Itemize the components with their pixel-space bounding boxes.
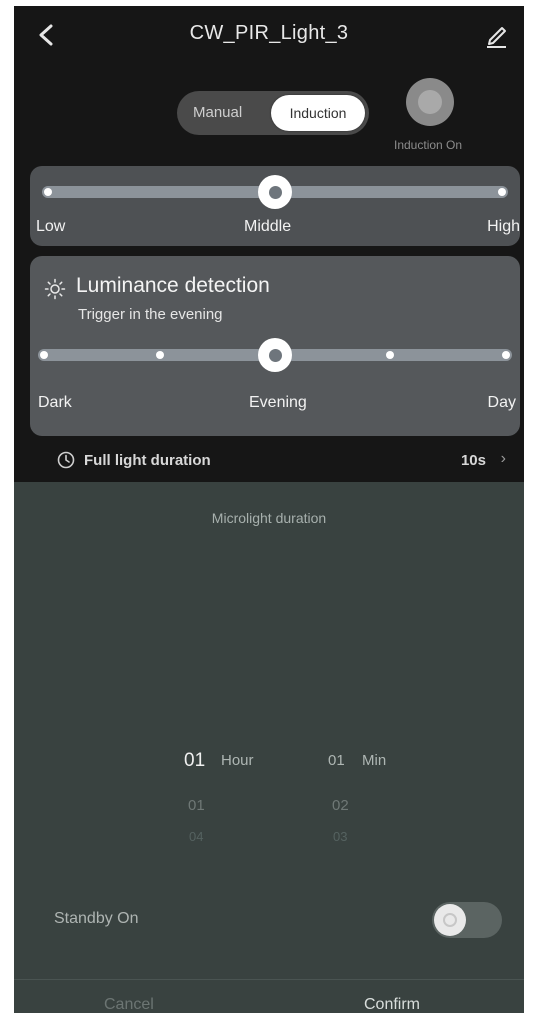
cancel-button[interactable]: Cancel [104, 996, 154, 1013]
luminance-stop-4[interactable] [386, 351, 394, 359]
hour-option[interactable]: 04 [189, 829, 203, 844]
divider [14, 979, 524, 980]
sun-icon [44, 278, 66, 300]
pencil-icon [487, 27, 506, 48]
induction-on-label: Induction On [394, 138, 463, 152]
luminance-stop-2[interactable] [156, 351, 164, 359]
luminance-slider-thumb[interactable] [258, 338, 292, 372]
luminance-stop-5[interactable] [502, 351, 510, 359]
luminance-label-evening: Evening [249, 394, 307, 411]
luminance-stop-1[interactable] [40, 351, 48, 359]
sensitivity-label-middle: Middle [244, 218, 292, 235]
mode-toggle[interactable]: Manual Induction [177, 91, 369, 135]
sensitivity-stop-low[interactable] [44, 188, 52, 196]
duration-picker[interactable]: 01 Hour 01 Min 01 02 04 03 [14, 742, 524, 862]
minute-unit-label: Min [362, 752, 387, 769]
standby-label: Standby On [54, 910, 139, 927]
minute-selected-value[interactable]: 01 [328, 752, 345, 769]
toggle-knob [434, 904, 466, 936]
sensitivity-stop-high[interactable] [498, 188, 506, 196]
toggle-off-icon [443, 913, 457, 927]
sensitivity-label-high: High [487, 218, 520, 235]
sensitivity-slider-thumb[interactable] [258, 175, 292, 209]
luminance-label-day: Day [487, 394, 516, 411]
header: CW_PIR_Light_3 [14, 6, 524, 62]
hour-selected-value[interactable]: 01 [184, 750, 205, 772]
minute-option[interactable]: 02 [332, 797, 349, 814]
mode-manual-option[interactable]: Manual [193, 104, 242, 121]
minute-option[interactable]: 03 [333, 829, 347, 844]
device-screen: CW_PIR_Light_3 Manual Induction Inductio… [14, 6, 524, 1013]
full-light-duration-label: Full light duration [84, 452, 211, 469]
luminance-label-dark: Dark [38, 394, 72, 411]
hour-unit-label: Hour [221, 752, 254, 769]
edit-button[interactable] [482, 20, 510, 50]
mode-induction-option[interactable]: Induction [271, 95, 365, 131]
thumb-core [268, 185, 282, 199]
sheet-title: Microlight duration [211, 510, 327, 526]
thumb-core [268, 348, 282, 362]
confirm-button[interactable]: Confirm [364, 996, 420, 1013]
induction-on-button[interactable] [406, 78, 454, 126]
page-title: CW_PIR_Light_3 [189, 22, 349, 44]
luminance-subtitle: Trigger in the evening [78, 306, 223, 323]
chevron-right-icon: › [500, 450, 506, 467]
luminance-card: Luminance detection Trigger in the eveni… [30, 256, 520, 436]
full-light-duration-row[interactable]: Full light duration 10s › [14, 440, 524, 482]
luminance-title: Luminance detection [76, 274, 270, 297]
hour-option[interactable]: 01 [188, 797, 205, 814]
induction-indicator [418, 90, 442, 114]
sensitivity-card: Low Middle High [30, 166, 520, 246]
standby-toggle[interactable] [432, 902, 502, 938]
microlight-duration-sheet: Microlight duration 01 Hour 01 Min 01 02… [14, 482, 524, 1013]
clock-icon [57, 451, 75, 469]
full-light-duration-value: 10s [460, 452, 486, 469]
sensitivity-label-low: Low [36, 218, 66, 235]
